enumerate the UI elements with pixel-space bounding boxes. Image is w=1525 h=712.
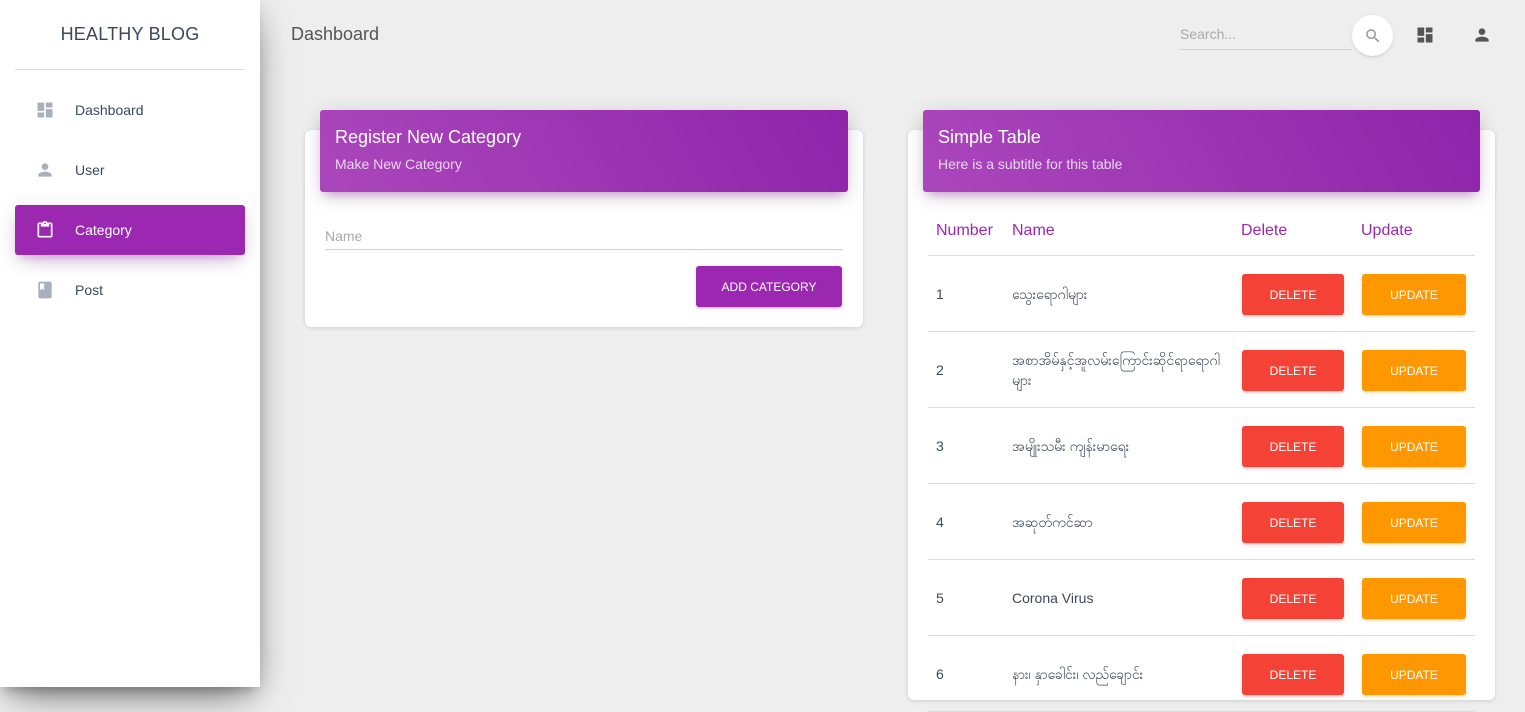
table-row: 4 အဆုတ်ကင်ဆာ DELETE UPDATE	[928, 484, 1475, 560]
row-name: Corona Virus	[1012, 590, 1094, 606]
brand-logo[interactable]: HEALTHY BLOG	[15, 0, 245, 70]
column-header-name: Name	[1012, 222, 1055, 239]
sidebar-nav: Dashboard User Category Post	[15, 85, 245, 325]
sidebar-item-user[interactable]: User	[15, 145, 245, 195]
row-name: နား၊ နှာခေါင်း၊ လည်ချောင်း	[1012, 666, 1144, 682]
update-button[interactable]: UPDATE	[1362, 426, 1466, 467]
table-row: 5 Corona Virus DELETE UPDATE	[928, 560, 1475, 636]
person-icon	[35, 160, 55, 180]
topbar: Dashboard	[260, 0, 1525, 70]
delete-button[interactable]: DELETE	[1242, 350, 1344, 391]
table-row: 3 အမျိုးသမီး ကျန်းမာရေး DELETE UPDATE	[928, 408, 1475, 484]
table-row: 2 အစာအိမ်နှင့်အူလမ်းကြောင်းဆိုင်ရာရောဂါမ…	[928, 332, 1475, 408]
register-category-card: Register New Category Make New Category …	[305, 110, 863, 327]
delete-button[interactable]: DELETE	[1242, 654, 1344, 695]
table-card-title: Simple Table	[938, 127, 1041, 147]
row-number: 4	[936, 514, 944, 530]
register-card-title: Register New Category	[335, 127, 522, 147]
update-button[interactable]: UPDATE	[1362, 654, 1466, 695]
column-header-update: Update	[1361, 222, 1413, 239]
column-header-delete: Delete	[1241, 222, 1288, 239]
dashboard-icon	[1417, 27, 1433, 43]
row-number: 1	[936, 286, 944, 302]
table-row: 1 သွေးရောဂါများ DELETE UPDATE	[928, 256, 1475, 332]
sidebar-item-category[interactable]: Category	[15, 205, 245, 255]
update-button[interactable]: UPDATE	[1362, 350, 1466, 391]
sidebar-item-label: Dashboard	[75, 102, 144, 118]
table-row: 6 နား၊ နှာခေါင်း၊ လည်ချောင်း DELETE UPDA…	[928, 636, 1475, 712]
register-card-subtitle: Make New Category	[335, 156, 462, 172]
row-number: 2	[936, 362, 944, 378]
search-icon	[1365, 28, 1379, 42]
delete-button[interactable]: DELETE	[1242, 426, 1344, 467]
table-header: Number Name Delete Update	[928, 220, 1475, 256]
row-name: အဆုတ်ကင်ဆာ	[1012, 514, 1093, 530]
page-title: Dashboard	[291, 24, 380, 44]
update-button[interactable]: UPDATE	[1362, 502, 1466, 543]
search-input[interactable]	[1180, 20, 1352, 48]
category-name-input[interactable]	[325, 225, 843, 247]
sidebar-item-label: Post	[75, 282, 104, 298]
update-button[interactable]: UPDATE	[1362, 578, 1466, 619]
search-button[interactable]	[1352, 15, 1393, 56]
dashboard-button[interactable]	[1413, 23, 1437, 47]
delete-button[interactable]: DELETE	[1242, 274, 1344, 315]
row-name: အမျိုးသမီး ကျန်းမာရေး	[1012, 438, 1130, 454]
name-field	[325, 225, 843, 250]
search-field	[1180, 20, 1352, 50]
category-table: Number Name Delete Update 1 သွေးရောဂါမျာ…	[928, 220, 1475, 712]
row-number: 3	[936, 438, 944, 454]
sidebar: HEALTHY BLOG Dashboard User Category Pos…	[0, 0, 260, 687]
add-category-button[interactable]: ADD CATEGORY	[696, 266, 842, 307]
table-card-header: Simple Table Here is a subtitle for this…	[923, 110, 1480, 192]
sidebar-item-label: Category	[75, 222, 132, 238]
simple-table-card: Simple Table Here is a subtitle for this…	[908, 110, 1495, 712]
delete-button[interactable]: DELETE	[1242, 578, 1344, 619]
column-header-number: Number	[936, 222, 993, 239]
register-card-header: Register New Category Make New Category	[320, 110, 848, 192]
profile-button[interactable]	[1470, 23, 1494, 47]
clipboard-icon	[35, 220, 55, 240]
sidebar-item-dashboard[interactable]: Dashboard	[15, 85, 245, 135]
row-name: အစာအိမ်နှင့်အူလမ်းကြောင်းဆိုင်ရာရောဂါမျာ…	[1012, 352, 1220, 388]
row-number: 5	[936, 590, 944, 606]
update-button[interactable]: UPDATE	[1362, 274, 1466, 315]
book-icon	[35, 280, 55, 300]
person-icon	[1475, 28, 1489, 42]
sidebar-item-label: User	[75, 162, 105, 178]
row-name: သွေးရောဂါများ	[1012, 286, 1088, 302]
delete-button[interactable]: DELETE	[1242, 502, 1344, 543]
table-card-subtitle: Here is a subtitle for this table	[938, 156, 1123, 172]
dashboard-icon	[35, 100, 55, 120]
sidebar-item-post[interactable]: Post	[15, 265, 245, 315]
row-number: 6	[936, 666, 944, 682]
